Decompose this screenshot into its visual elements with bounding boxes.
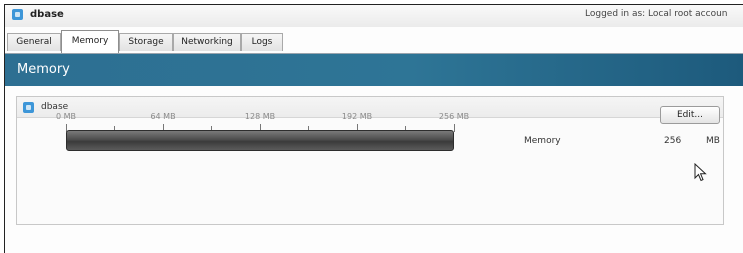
slider-tick-mark <box>454 124 455 132</box>
tab-storage[interactable]: Storage <box>119 33 173 51</box>
slider-tick-label: 64 MB <box>150 112 176 121</box>
vm-title: dbase <box>30 9 64 20</box>
tab-general[interactable]: General <box>7 33 61 51</box>
slider-tick-label: 0 MB <box>55 112 77 121</box>
memory-slider[interactable] <box>66 130 454 151</box>
tab-logs[interactable]: Logs <box>241 33 283 51</box>
slider-tick-label: 128 MB <box>244 112 276 121</box>
memory-value: 256 <box>664 136 682 146</box>
memory-label: Memory <box>524 136 561 146</box>
slider-tick-label: 256 MB <box>438 112 470 121</box>
vm-icon <box>12 9 23 20</box>
tab-memory[interactable]: Memory <box>61 30 119 53</box>
memory-slider-fill <box>66 130 454 151</box>
memory-unit: MB <box>706 136 720 146</box>
tab-networking[interactable]: Networking <box>173 33 241 51</box>
mouse-cursor-icon <box>694 162 708 186</box>
tab-bar: General Memory Storage Networking Logs <box>5 29 743 54</box>
section-banner: Memory <box>5 54 743 86</box>
section-title: Memory <box>17 62 70 77</box>
panel-vm-name: dbase <box>41 102 69 112</box>
edit-button[interactable]: Edit... <box>660 106 720 124</box>
vm-icon <box>23 102 34 113</box>
title-bar: dbase Logged in as: Local root accoun <box>5 5 743 27</box>
slider-tick-label: 192 MB <box>341 112 373 121</box>
logged-in-status: Logged in as: Local root accoun <box>585 9 728 19</box>
